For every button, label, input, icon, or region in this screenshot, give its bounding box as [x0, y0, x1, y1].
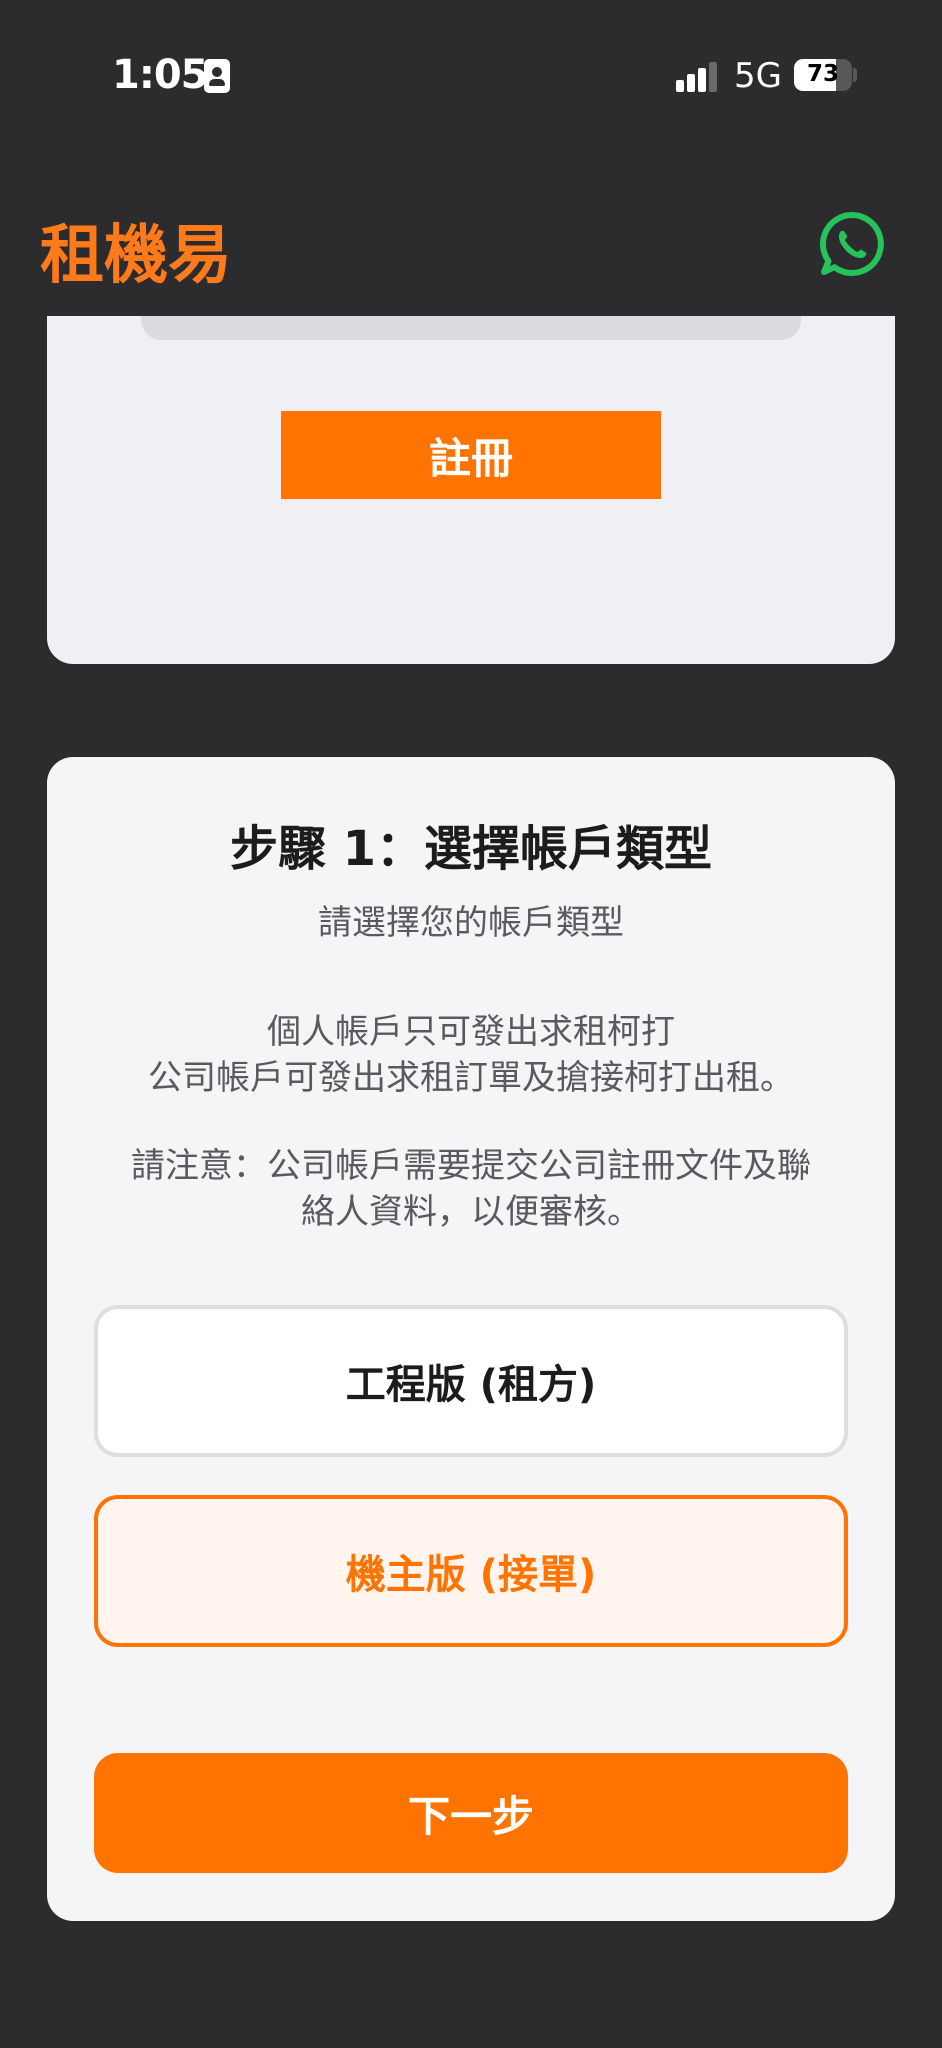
- register-button[interactable]: 註冊: [281, 411, 661, 499]
- whatsapp-icon[interactable]: [818, 210, 886, 278]
- scrolled-field-edge: [141, 316, 801, 340]
- signal-strength-icon: [676, 62, 720, 92]
- description-line: 公司帳戶可發出求租訂單及搶接柯打出租。: [148, 1058, 794, 1098]
- account-description: 個人帳戶只可發出求租柯打 公司帳戶可發出求租訂單及搶接柯打出租。: [87, 1009, 855, 1101]
- step-subtitle: 請選擇您的帳戶類型: [318, 903, 624, 943]
- option-owner-accept-orders[interactable]: 機主版 (接單): [94, 1495, 848, 1647]
- network-type: 5G: [734, 56, 782, 96]
- battery-tip: [853, 68, 857, 82]
- notice-line: 請注意：公司帳戶需要提交公司註冊文件及聯: [131, 1146, 811, 1186]
- status-bar: 1:05 5G 73: [0, 0, 942, 160]
- app-header: 租機易: [0, 190, 942, 310]
- battery-level: 73: [806, 61, 839, 87]
- next-step-button[interactable]: 下一步: [94, 1753, 848, 1873]
- registration-card: 註冊: [47, 316, 895, 664]
- contact-card-icon: [204, 59, 230, 93]
- battery-icon: 73: [794, 59, 852, 91]
- option-engineering-renter[interactable]: 工程版 (租方): [94, 1305, 848, 1457]
- verification-notice: 請注意：公司帳戶需要提交公司註冊文件及聯 絡人資料，以便審核。: [87, 1143, 855, 1235]
- status-time: 1:05: [112, 52, 208, 98]
- description-line: 個人帳戶只可發出求租柯打: [267, 1012, 675, 1052]
- step-title: 步驟 1：選擇帳戶類型: [229, 821, 713, 877]
- app-title: 租機易: [40, 219, 232, 293]
- account-type-card: 步驟 1：選擇帳戶類型 請選擇您的帳戶類型 個人帳戶只可發出求租柯打 公司帳戶可…: [47, 757, 895, 1921]
- notice-line: 絡人資料，以便審核。: [301, 1192, 641, 1232]
